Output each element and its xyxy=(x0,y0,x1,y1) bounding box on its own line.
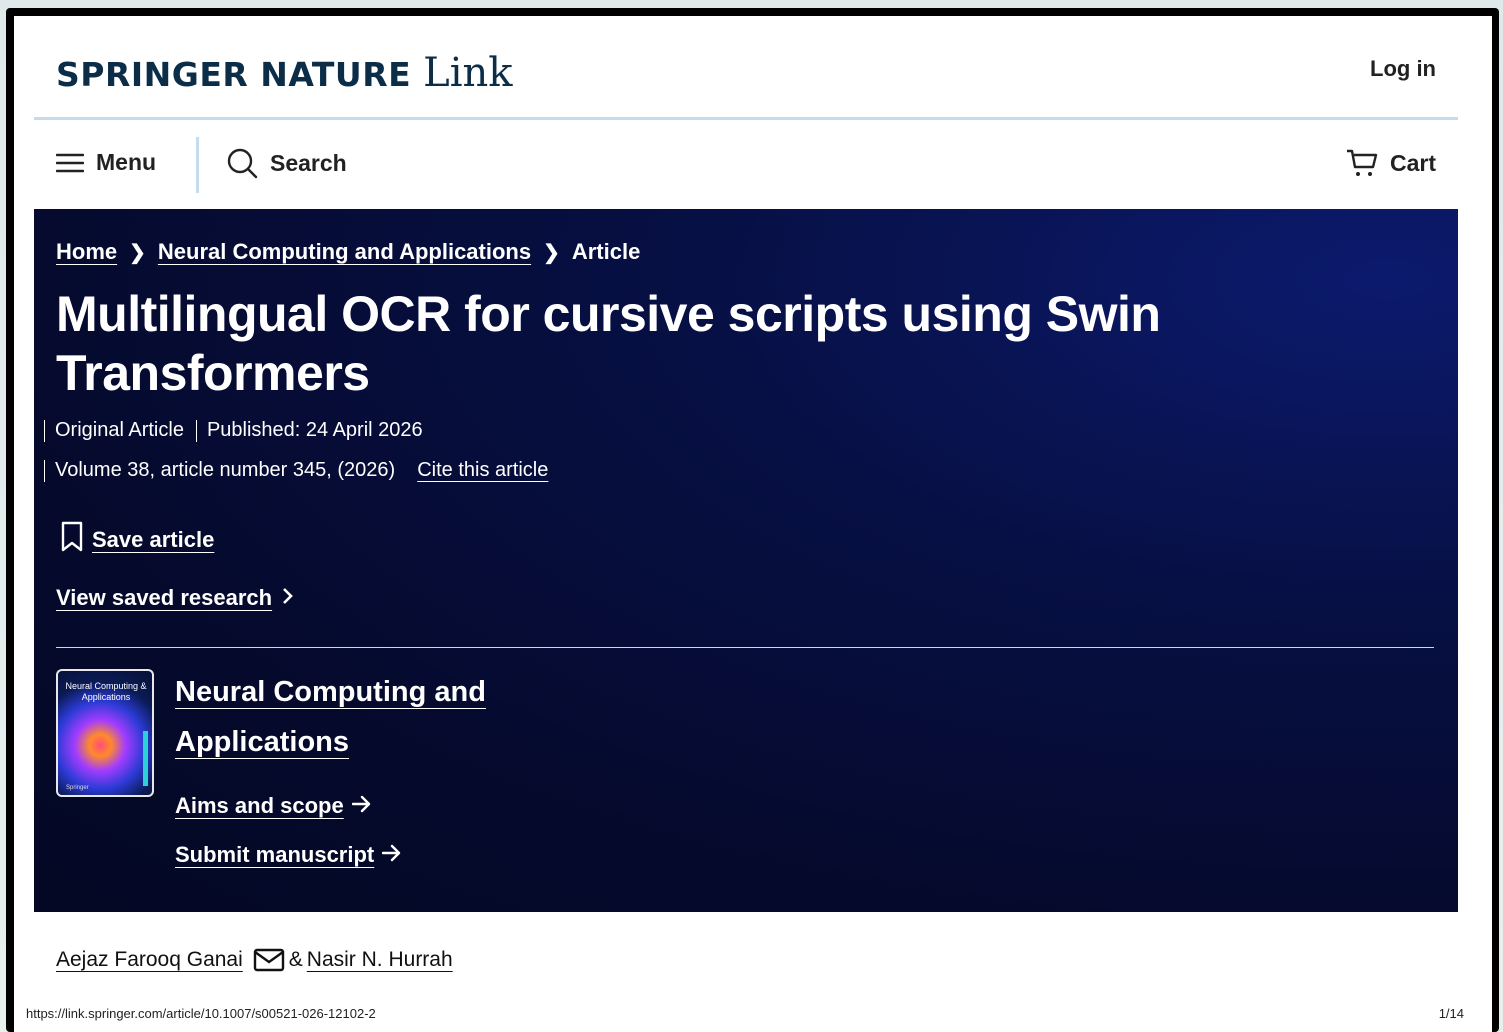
view-saved-research-link[interactable]: View saved research xyxy=(56,585,294,611)
breadcrumb-journal[interactable]: Neural Computing and Applications xyxy=(158,239,531,265)
hamburger-icon xyxy=(56,151,84,175)
login-link[interactable]: Log in xyxy=(1370,56,1436,82)
chevron-right-icon: ❯ xyxy=(129,241,146,264)
springer-nature-link-logo[interactable]: SPRINGER NATURE Link xyxy=(56,50,513,96)
page: SPRINGER NATURE Link Log in Menu Search … xyxy=(14,16,1492,1032)
arrow-right-icon xyxy=(382,842,402,868)
save-article-label: Save article xyxy=(92,527,215,552)
author-link[interactable]: Aejaz Farooq Ganai xyxy=(56,948,243,972)
article-hero: Home ❯ Neural Computing and Applications… xyxy=(34,209,1458,912)
article-meta-volume: Volume 38, article number 345, (2026) Ci… xyxy=(44,459,548,482)
volume-info: Volume 38, article number 345, (2026) xyxy=(55,459,396,481)
submit-label: Submit manuscript xyxy=(175,842,375,867)
cart-button[interactable]: Cart xyxy=(1346,147,1436,179)
section-divider xyxy=(56,647,1434,648)
author-list: Aejaz Farooq Ganai & Nasir N. Hurrah xyxy=(56,948,453,972)
author-separator: & xyxy=(288,948,303,971)
journal-cover-image[interactable]: Neural Computing & Applications Springer xyxy=(56,669,154,797)
top-header: SPRINGER NATURE Link Log in xyxy=(34,16,1458,120)
menu-label: Menu xyxy=(96,149,157,175)
article-type: Original Article xyxy=(55,419,184,441)
nav-divider xyxy=(196,137,199,193)
nav-bar: Menu Search Cart xyxy=(34,123,1458,209)
menu-button[interactable]: Menu xyxy=(56,149,156,176)
view-saved-label: View saved research xyxy=(56,585,273,610)
cover-publisher: Springer xyxy=(66,785,89,791)
breadcrumb: Home ❯ Neural Computing and Applications… xyxy=(56,239,640,265)
author-link[interactable]: Nasir N. Hurrah xyxy=(307,948,453,972)
email-icon[interactable] xyxy=(253,948,285,972)
chevron-right-icon: ❯ xyxy=(543,241,560,264)
brand-main: SPRINGER NATURE xyxy=(56,55,412,94)
breadcrumb-home[interactable]: Home xyxy=(56,239,117,265)
meta-divider xyxy=(195,419,197,442)
cart-icon xyxy=(1346,147,1378,179)
search-button[interactable]: Search xyxy=(226,147,347,179)
aims-label: Aims and scope xyxy=(175,793,344,818)
cover-spine xyxy=(143,731,148,786)
meta-divider xyxy=(44,459,45,482)
journal-name-link[interactable]: Neural Computing and Applications xyxy=(175,667,495,767)
breadcrumb-current: Article xyxy=(571,239,641,264)
meta-divider xyxy=(44,419,45,442)
bookmark-icon xyxy=(60,521,84,559)
chevron-right-icon xyxy=(282,585,294,611)
page-number: 1/14 xyxy=(1438,1006,1464,1021)
search-icon xyxy=(226,147,258,179)
aims-and-scope-link[interactable]: Aims and scope xyxy=(175,793,372,819)
article-meta-type: Original Article Published: 24 April 202… xyxy=(44,419,423,442)
journal-name: Neural Computing and Applications xyxy=(175,676,486,758)
brand-link: Link xyxy=(423,50,513,96)
search-label: Search xyxy=(270,149,347,176)
submit-manuscript-link[interactable]: Submit manuscript xyxy=(175,842,402,868)
page-url: https://link.springer.com/article/10.100… xyxy=(26,1006,376,1021)
arrow-right-icon xyxy=(351,793,372,819)
cart-label: Cart xyxy=(1389,149,1436,176)
cover-title: Neural Computing & Applications xyxy=(65,681,147,702)
save-article-button[interactable]: Save article xyxy=(60,521,214,559)
cite-article-link[interactable]: Cite this article xyxy=(417,459,548,482)
published-date: Published: 24 April 2026 xyxy=(206,419,423,441)
article-title: Multilingual OCR for cursive scripts usi… xyxy=(56,286,1161,401)
